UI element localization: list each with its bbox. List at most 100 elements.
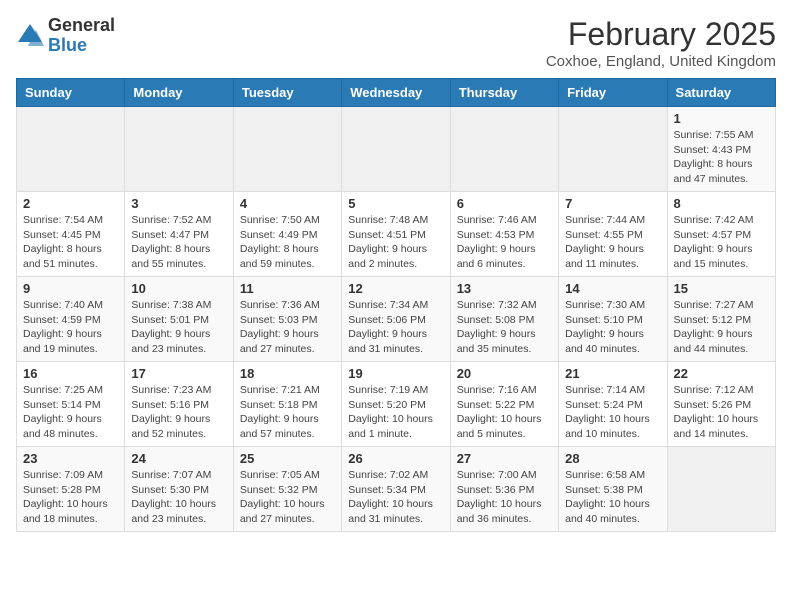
day-number: 19 bbox=[348, 366, 443, 381]
day-info: Sunrise: 7:00 AM Sunset: 5:36 PM Dayligh… bbox=[457, 468, 552, 527]
day-cell: 1 Sunrise: 7:55 AM Sunset: 4:43 PM Daylig… bbox=[667, 107, 775, 192]
logo-blue: Blue bbox=[48, 35, 87, 55]
week-row-5: 23 Sunrise: 7:09 AM Sunset: 5:28 PM Dayli… bbox=[17, 447, 776, 532]
day-number: 12 bbox=[348, 281, 443, 296]
day-number: 16 bbox=[23, 366, 118, 381]
weekday-header-monday: Monday bbox=[125, 79, 233, 107]
day-info: Sunrise: 7:05 AM Sunset: 5:32 PM Dayligh… bbox=[240, 468, 335, 527]
day-cell: 25 Sunrise: 7:05 AM Sunset: 5:32 PM Dayli… bbox=[233, 447, 341, 532]
day-number: 10 bbox=[131, 281, 226, 296]
calendar: SundayMondayTuesdayWednesdayThursdayFrid… bbox=[16, 78, 776, 532]
day-info: Sunrise: 7:30 AM Sunset: 5:10 PM Dayligh… bbox=[565, 298, 660, 357]
day-number: 22 bbox=[674, 366, 769, 381]
day-cell bbox=[342, 107, 450, 192]
day-info: Sunrise: 7:12 AM Sunset: 5:26 PM Dayligh… bbox=[674, 383, 769, 442]
day-number: 17 bbox=[131, 366, 226, 381]
day-number: 15 bbox=[674, 281, 769, 296]
day-info: Sunrise: 7:44 AM Sunset: 4:55 PM Dayligh… bbox=[565, 213, 660, 272]
day-number: 7 bbox=[565, 196, 660, 211]
day-cell: 15Sunrise: 7:27 AM Sunset: 5:12 PM Dayli… bbox=[667, 277, 775, 362]
week-row-3: 9 Sunrise: 7:40 AM Sunset: 4:59 PM Daylig… bbox=[17, 277, 776, 362]
day-cell bbox=[125, 107, 233, 192]
logo-icon bbox=[16, 22, 44, 50]
day-cell: 6 Sunrise: 7:46 AM Sunset: 4:53 PM Daylig… bbox=[450, 192, 558, 277]
day-info: Sunrise: 7:55 AM Sunset: 4:43 PM Dayligh… bbox=[674, 128, 769, 187]
day-cell: 28 Sunrise: 6:58 AM Sunset: 5:38 PM Dayli… bbox=[559, 447, 667, 532]
day-cell bbox=[667, 447, 775, 532]
title-block: February 2025 Coxhoe, England, United Ki… bbox=[546, 16, 776, 70]
day-cell bbox=[233, 107, 341, 192]
week-row-1: 1 Sunrise: 7:55 AM Sunset: 4:43 PM Daylig… bbox=[17, 107, 776, 192]
day-number: 20 bbox=[457, 366, 552, 381]
day-cell: 23 Sunrise: 7:09 AM Sunset: 5:28 PM Dayli… bbox=[17, 447, 125, 532]
weekday-header-friday: Friday bbox=[559, 79, 667, 107]
day-cell bbox=[17, 107, 125, 192]
weekday-header-thursday: Thursday bbox=[450, 79, 558, 107]
day-info: Sunrise: 7:40 AM Sunset: 4:59 PM Dayligh… bbox=[23, 298, 118, 357]
weekday-header-row: SundayMondayTuesdayWednesdayThursdayFrid… bbox=[17, 79, 776, 107]
day-number: 26 bbox=[348, 451, 443, 466]
day-cell: 8 Sunrise: 7:42 AM Sunset: 4:57 PM Daylig… bbox=[667, 192, 775, 277]
day-cell: 12 Sunrise: 7:34 AM Sunset: 5:06 PM Dayli… bbox=[342, 277, 450, 362]
day-number: 11 bbox=[240, 281, 335, 296]
day-cell: 11 Sunrise: 7:36 AM Sunset: 5:03 PM Dayli… bbox=[233, 277, 341, 362]
day-cell: 16 Sunrise: 7:25 AM Sunset: 5:14 PM Dayli… bbox=[17, 362, 125, 447]
day-cell: 27Sunrise: 7:00 AM Sunset: 5:36 PM Dayli… bbox=[450, 447, 558, 532]
day-cell: 20 Sunrise: 7:16 AM Sunset: 5:22 PM Dayli… bbox=[450, 362, 558, 447]
day-info: Sunrise: 7:19 AM Sunset: 5:20 PM Dayligh… bbox=[348, 383, 443, 442]
day-number: 25 bbox=[240, 451, 335, 466]
weekday-header-wednesday: Wednesday bbox=[342, 79, 450, 107]
month-title: February 2025 bbox=[546, 16, 776, 53]
logo-text: General Blue bbox=[48, 16, 115, 56]
day-number: 28 bbox=[565, 451, 660, 466]
day-cell: 24Sunrise: 7:07 AM Sunset: 5:30 PM Dayli… bbox=[125, 447, 233, 532]
day-cell: 26 Sunrise: 7:02 AM Sunset: 5:34 PM Dayli… bbox=[342, 447, 450, 532]
day-info: Sunrise: 7:52 AM Sunset: 4:47 PM Dayligh… bbox=[131, 213, 226, 272]
day-info: Sunrise: 7:54 AM Sunset: 4:45 PM Dayligh… bbox=[23, 213, 118, 272]
day-info: Sunrise: 7:07 AM Sunset: 5:30 PM Dayligh… bbox=[131, 468, 226, 527]
weekday-header-tuesday: Tuesday bbox=[233, 79, 341, 107]
day-info: Sunrise: 7:36 AM Sunset: 5:03 PM Dayligh… bbox=[240, 298, 335, 357]
day-number: 1 bbox=[674, 111, 769, 126]
day-cell: 14Sunrise: 7:30 AM Sunset: 5:10 PM Dayli… bbox=[559, 277, 667, 362]
day-cell: 22 Sunrise: 7:12 AM Sunset: 5:26 PM Dayli… bbox=[667, 362, 775, 447]
day-info: Sunrise: 7:46 AM Sunset: 4:53 PM Dayligh… bbox=[457, 213, 552, 272]
day-info: Sunrise: 7:38 AM Sunset: 5:01 PM Dayligh… bbox=[131, 298, 226, 357]
day-number: 21 bbox=[565, 366, 660, 381]
page-header: General Blue February 2025 Coxhoe, Engla… bbox=[16, 16, 776, 70]
day-info: Sunrise: 7:34 AM Sunset: 5:06 PM Dayligh… bbox=[348, 298, 443, 357]
day-cell bbox=[450, 107, 558, 192]
day-cell: 13 Sunrise: 7:32 AM Sunset: 5:08 PM Dayli… bbox=[450, 277, 558, 362]
day-cell bbox=[559, 107, 667, 192]
day-number: 23 bbox=[23, 451, 118, 466]
day-number: 8 bbox=[674, 196, 769, 211]
day-info: Sunrise: 7:48 AM Sunset: 4:51 PM Dayligh… bbox=[348, 213, 443, 272]
day-cell: 10 Sunrise: 7:38 AM Sunset: 5:01 PM Dayli… bbox=[125, 277, 233, 362]
day-info: Sunrise: 7:32 AM Sunset: 5:08 PM Dayligh… bbox=[457, 298, 552, 357]
day-cell: 19 Sunrise: 7:19 AM Sunset: 5:20 PM Dayli… bbox=[342, 362, 450, 447]
day-info: Sunrise: 7:25 AM Sunset: 5:14 PM Dayligh… bbox=[23, 383, 118, 442]
day-info: Sunrise: 7:09 AM Sunset: 5:28 PM Dayligh… bbox=[23, 468, 118, 527]
day-cell: 4Sunrise: 7:50 AM Sunset: 4:49 PM Daylig… bbox=[233, 192, 341, 277]
logo: General Blue bbox=[16, 16, 115, 56]
day-info: Sunrise: 7:16 AM Sunset: 5:22 PM Dayligh… bbox=[457, 383, 552, 442]
day-info: Sunrise: 7:02 AM Sunset: 5:34 PM Dayligh… bbox=[348, 468, 443, 527]
day-number: 5 bbox=[348, 196, 443, 211]
day-number: 13 bbox=[457, 281, 552, 296]
weekday-header-saturday: Saturday bbox=[667, 79, 775, 107]
day-info: Sunrise: 7:21 AM Sunset: 5:18 PM Dayligh… bbox=[240, 383, 335, 442]
day-number: 9 bbox=[23, 281, 118, 296]
day-info: Sunrise: 7:42 AM Sunset: 4:57 PM Dayligh… bbox=[674, 213, 769, 272]
day-info: Sunrise: 7:14 AM Sunset: 5:24 PM Dayligh… bbox=[565, 383, 660, 442]
logo-general: General bbox=[48, 15, 115, 35]
location: Coxhoe, England, United Kingdom bbox=[546, 53, 776, 70]
day-info: Sunrise: 6:58 AM Sunset: 5:38 PM Dayligh… bbox=[565, 468, 660, 527]
week-row-4: 16 Sunrise: 7:25 AM Sunset: 5:14 PM Dayli… bbox=[17, 362, 776, 447]
day-number: 3 bbox=[131, 196, 226, 211]
day-cell: 9 Sunrise: 7:40 AM Sunset: 4:59 PM Daylig… bbox=[17, 277, 125, 362]
day-cell: 17Sunrise: 7:23 AM Sunset: 5:16 PM Dayli… bbox=[125, 362, 233, 447]
day-cell: 7 Sunrise: 7:44 AM Sunset: 4:55 PM Daylig… bbox=[559, 192, 667, 277]
day-number: 6 bbox=[457, 196, 552, 211]
day-cell: 21 Sunrise: 7:14 AM Sunset: 5:24 PM Dayli… bbox=[559, 362, 667, 447]
day-info: Sunrise: 7:50 AM Sunset: 4:49 PM Dayligh… bbox=[240, 213, 335, 272]
